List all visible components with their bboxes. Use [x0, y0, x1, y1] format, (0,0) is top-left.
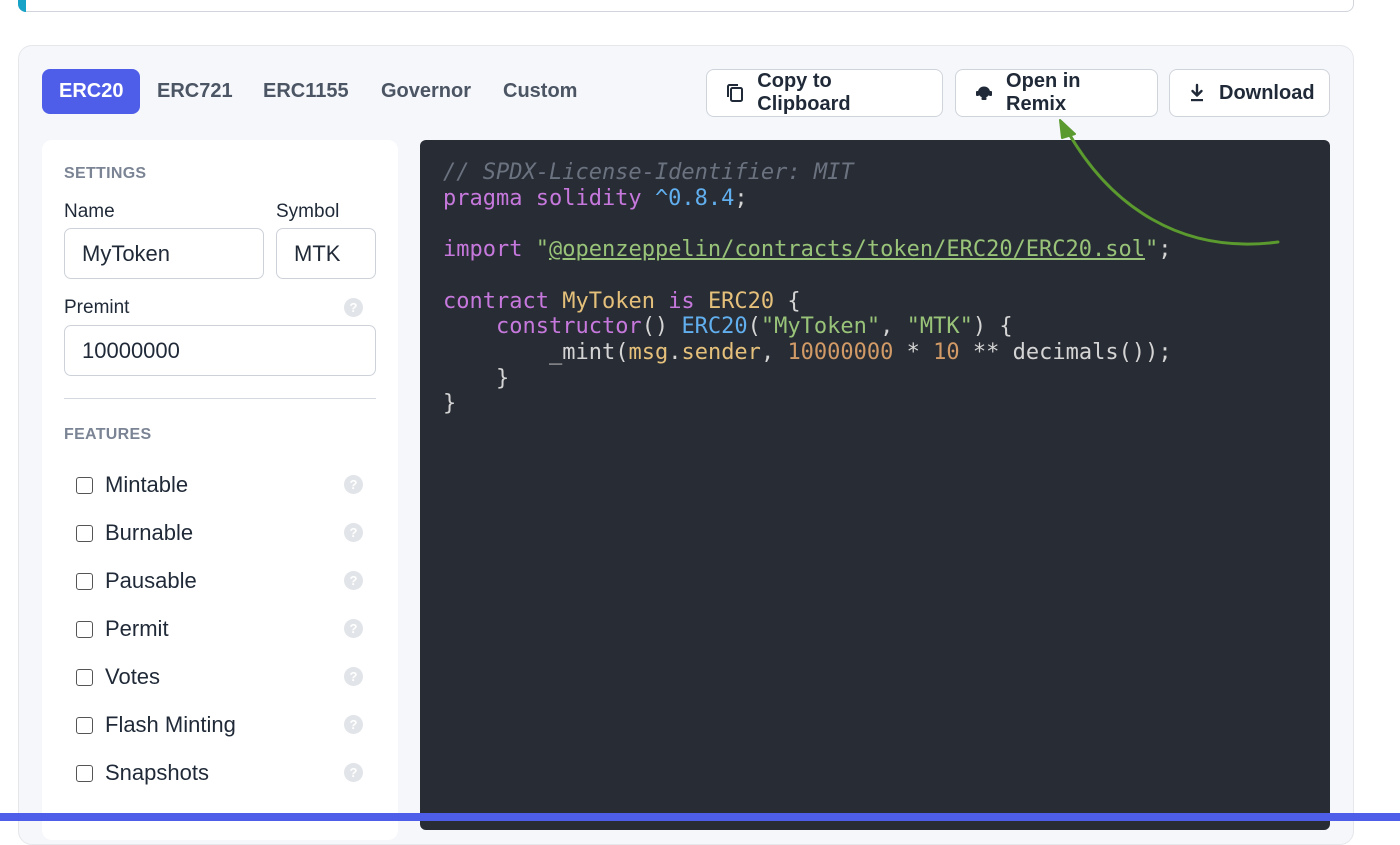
permit-checkbox[interactable] [76, 620, 93, 638]
permit-help-icon[interactable]: ? [344, 619, 363, 638]
download-icon [1187, 82, 1207, 104]
base-ten: 10 [933, 339, 960, 365]
is-keyword: is [668, 288, 695, 314]
feature-votes[interactable]: Votes [76, 662, 160, 692]
feature-label: Burnable [105, 520, 194, 545]
feature-flash-minting[interactable]: Flash Minting [76, 710, 236, 740]
feature-mintable[interactable]: Mintable [76, 470, 188, 500]
name-input[interactable] [64, 228, 264, 279]
feature-label: Flash Minting [105, 712, 236, 737]
remix-button-label: Open in Remix [1006, 70, 1081, 115]
top-input-strip [18, 0, 1354, 12]
feature-label: Permit [105, 616, 169, 641]
section-divider [64, 398, 376, 399]
contract-code[interactable]: // SPDX-License-Identifier: MIT pragma s… [443, 160, 1172, 417]
tab-custom[interactable]: Custom [486, 69, 594, 114]
ctor-arg-symbol: "MTK" [906, 314, 973, 340]
import-path-link[interactable]: @openzeppelin/contracts/token/ERC20/ERC2… [549, 237, 1145, 262]
copy-button-label: Copy to Clipboard [757, 70, 851, 115]
flash-minting-checkbox[interactable] [76, 716, 93, 734]
pausable-checkbox[interactable] [76, 572, 93, 590]
remix-icon [973, 82, 994, 104]
name-label: Name [64, 201, 115, 222]
pausable-help-icon[interactable]: ? [344, 571, 363, 590]
premint-help-icon[interactable]: ? [344, 298, 363, 317]
ctor-arg-name: "MyToken" [760, 314, 881, 340]
feature-label: Votes [105, 664, 161, 689]
burnable-checkbox[interactable] [76, 524, 93, 542]
features-heading: FEATURES [64, 426, 152, 443]
feature-label: Pausable [105, 568, 197, 593]
tab-erc20[interactable]: ERC20 [42, 69, 141, 114]
download-button-label: Download [1219, 81, 1315, 104]
tab-erc1155[interactable]: ERC1155 [246, 69, 366, 114]
download-button[interactable]: Download [1169, 69, 1330, 117]
feature-label: Mintable [105, 472, 189, 497]
tab-erc721[interactable]: ERC721 [140, 69, 250, 114]
mint-function: _mint [548, 339, 616, 365]
bottom-accent-bar [0, 813, 1400, 821]
feature-snapshots[interactable]: Snapshots [76, 758, 209, 788]
feature-pausable[interactable]: Pausable [76, 566, 197, 596]
feature-burnable[interactable]: Burnable [76, 518, 193, 548]
tab-governor[interactable]: Governor [364, 69, 488, 114]
settings-heading: SETTINGS [64, 165, 147, 182]
feature-permit[interactable]: Permit [76, 614, 169, 644]
snapshots-checkbox[interactable] [76, 764, 93, 782]
import-keyword: import [443, 237, 523, 263]
constructor-base: ERC20 [681, 314, 748, 340]
constructor-keyword: constructor [495, 314, 642, 340]
sender-token: sender [681, 339, 761, 365]
base-contract: ERC20 [707, 288, 775, 314]
premint-label: Premint [64, 297, 130, 318]
pragma-keyword: pragma solidity [443, 185, 642, 211]
decimals-call: decimals [1012, 339, 1119, 365]
flash-minting-help-icon[interactable]: ? [344, 715, 363, 734]
copy-icon [724, 82, 745, 104]
contract-keyword: contract [443, 288, 549, 314]
open-in-remix-button[interactable]: Open in Remix [955, 69, 1158, 117]
symbol-label: Symbol [276, 201, 340, 222]
mintable-help-icon[interactable]: ? [344, 475, 363, 494]
symbol-input[interactable] [276, 228, 376, 279]
msg-token: msg [628, 339, 669, 365]
contract-name: MyToken [562, 288, 655, 314]
pragma-version: ^0.8.4 [654, 185, 735, 211]
premint-input[interactable] [64, 325, 376, 376]
mint-amount: 10000000 [787, 339, 894, 365]
snapshots-help-icon[interactable]: ? [344, 763, 363, 782]
votes-checkbox[interactable] [76, 668, 93, 686]
burnable-help-icon[interactable]: ? [344, 523, 363, 542]
feature-label: Snapshots [105, 760, 209, 785]
copy-to-clipboard-button[interactable]: Copy to Clipboard [706, 69, 943, 117]
license-comment: // SPDX-License-Identifier: MIT [443, 160, 854, 185]
mintable-checkbox[interactable] [76, 476, 93, 494]
top-strip-accent [18, 0, 26, 12]
votes-help-icon[interactable]: ? [344, 667, 363, 686]
